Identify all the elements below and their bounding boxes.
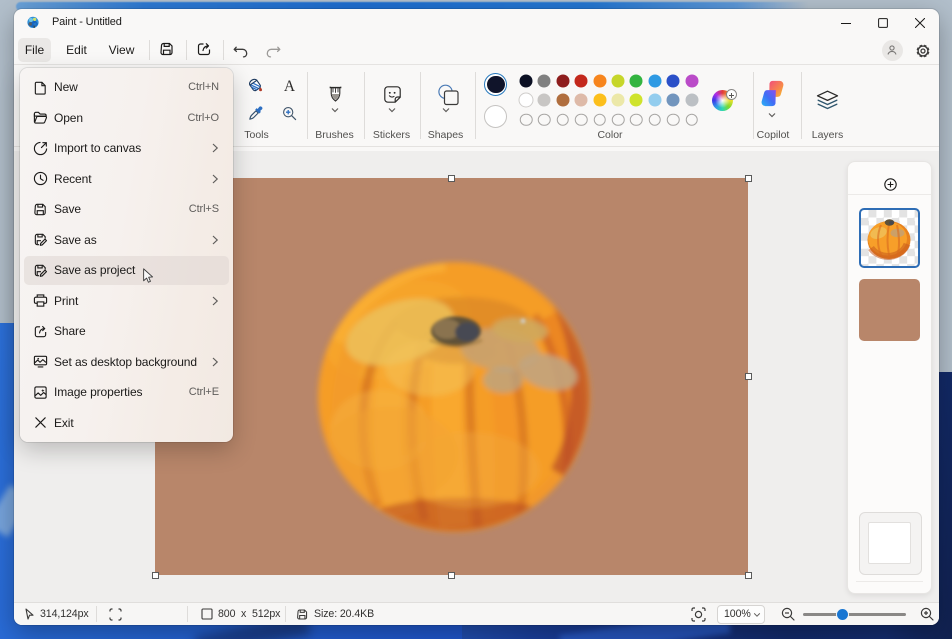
svg-text:A: A [284, 78, 296, 93]
